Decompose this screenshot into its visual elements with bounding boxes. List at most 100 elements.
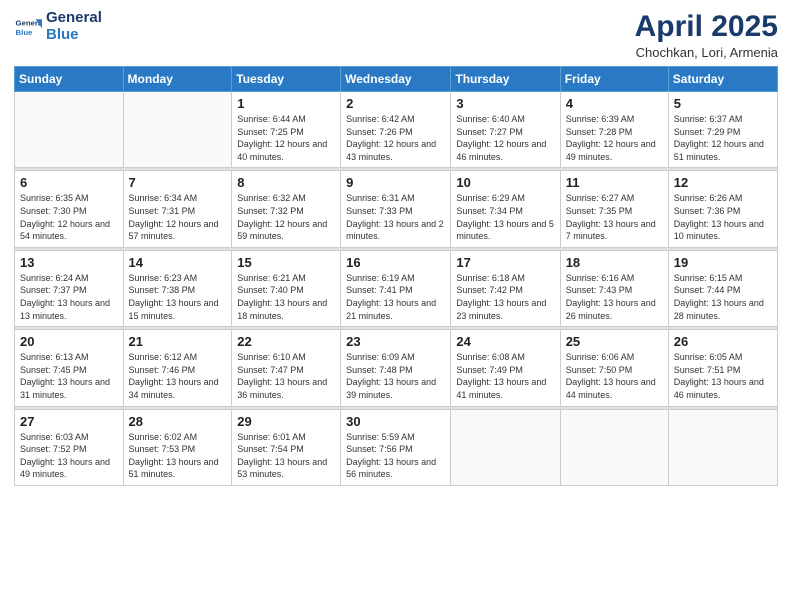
logo: General Blue General Blue (14, 10, 102, 43)
day-number: 14 (129, 255, 227, 270)
day-info: Sunrise: 6:06 AM Sunset: 7:50 PM Dayligh… (566, 351, 663, 401)
day-number: 28 (129, 414, 227, 429)
table-row: 27 Sunrise: 6:03 AM Sunset: 7:52 PM Dayli… (15, 409, 124, 485)
table-row: 4 Sunrise: 6:39 AM Sunset: 7:28 PM Daylig… (560, 92, 668, 168)
day-number: 30 (346, 414, 445, 429)
day-number: 27 (20, 414, 118, 429)
table-row: 24Sunrise: 6:08 AM Sunset: 7:49 PM Dayli… (451, 330, 560, 406)
table-row: 19 Sunrise: 6:15 AM Sunset: 7:44 PM Dayli… (668, 250, 777, 326)
day-info: Sunrise: 6:23 AM Sunset: 7:38 PM Dayligh… (129, 272, 227, 322)
table-row: 13Sunrise: 6:24 AM Sunset: 7:37 PM Dayli… (15, 250, 124, 326)
day-number: 7 (129, 175, 227, 190)
svg-text:Blue: Blue (16, 27, 34, 36)
location: Chochkan, Lori, Armenia (635, 45, 778, 60)
day-number: 29 (237, 414, 335, 429)
calendar-week-row: 6 Sunrise: 6:35 AM Sunset: 7:30 PM Daylig… (15, 171, 778, 247)
table-row: 5 Sunrise: 6:37 AM Sunset: 7:29 PM Daylig… (668, 92, 777, 168)
day-number: 24 (456, 334, 554, 349)
col-monday: Monday (123, 67, 232, 92)
table-row: 20Sunrise: 6:13 AM Sunset: 7:45 PM Dayli… (15, 330, 124, 406)
day-number: 20 (20, 334, 118, 349)
table-row: 8Sunrise: 6:32 AM Sunset: 7:32 PM Daylig… (232, 171, 341, 247)
day-info: Sunrise: 6:24 AM Sunset: 7:37 PM Dayligh… (20, 272, 118, 322)
day-number: 4 (566, 96, 663, 111)
day-info: Sunrise: 6:15 AM Sunset: 7:44 PM Dayligh… (674, 272, 772, 322)
table-row: 30 Sunrise: 5:59 AM Sunset: 7:56 PM Dayli… (341, 409, 451, 485)
table-row: 12Sunrise: 6:26 AM Sunset: 7:36 PM Dayli… (668, 171, 777, 247)
day-info: Sunrise: 6:26 AM Sunset: 7:36 PM Dayligh… (674, 192, 772, 242)
day-number: 17 (456, 255, 554, 270)
table-row: 21 Sunrise: 6:12 AM Sunset: 7:46 PM Dayli… (123, 330, 232, 406)
logo-line2: Blue (46, 26, 79, 43)
table-row: 28 Sunrise: 6:02 AM Sunset: 7:53 PM Dayli… (123, 409, 232, 485)
day-info: Sunrise: 6:35 AM Sunset: 7:30 PM Dayligh… (20, 192, 118, 242)
calendar-week-row: 13Sunrise: 6:24 AM Sunset: 7:37 PM Dayli… (15, 250, 778, 326)
day-info: Sunrise: 6:34 AM Sunset: 7:31 PM Dayligh… (129, 192, 227, 242)
table-row: 3 Sunrise: 6:40 AM Sunset: 7:27 PM Daylig… (451, 92, 560, 168)
title-block: April 2025 Chochkan, Lori, Armenia (635, 10, 778, 60)
day-number: 3 (456, 96, 554, 111)
col-tuesday: Tuesday (232, 67, 341, 92)
table-row: 6 Sunrise: 6:35 AM Sunset: 7:30 PM Daylig… (15, 171, 124, 247)
col-saturday: Saturday (668, 67, 777, 92)
table-row: 11 Sunrise: 6:27 AM Sunset: 7:35 PM Dayli… (560, 171, 668, 247)
day-number: 18 (566, 255, 663, 270)
table-row: 29Sunrise: 6:01 AM Sunset: 7:54 PM Dayli… (232, 409, 341, 485)
day-number: 25 (566, 334, 663, 349)
day-number: 22 (237, 334, 335, 349)
table-row (15, 92, 124, 168)
day-number: 15 (237, 255, 335, 270)
table-row (451, 409, 560, 485)
day-info: Sunrise: 6:18 AM Sunset: 7:42 PM Dayligh… (456, 272, 554, 322)
table-row (123, 92, 232, 168)
day-number: 6 (20, 175, 118, 190)
day-info: Sunrise: 6:42 AM Sunset: 7:26 PM Dayligh… (346, 113, 445, 163)
table-row: 23 Sunrise: 6:09 AM Sunset: 7:48 PM Dayli… (341, 330, 451, 406)
day-info: Sunrise: 6:39 AM Sunset: 7:28 PM Dayligh… (566, 113, 663, 163)
day-info: Sunrise: 6:21 AM Sunset: 7:40 PM Dayligh… (237, 272, 335, 322)
table-row (668, 409, 777, 485)
day-number: 5 (674, 96, 772, 111)
table-row: 2 Sunrise: 6:42 AM Sunset: 7:26 PM Daylig… (341, 92, 451, 168)
day-number: 2 (346, 96, 445, 111)
logo-line1: General (46, 10, 102, 27)
month-title: April 2025 (635, 10, 778, 43)
day-info: Sunrise: 6:03 AM Sunset: 7:52 PM Dayligh… (20, 431, 118, 481)
day-info: Sunrise: 6:10 AM Sunset: 7:47 PM Dayligh… (237, 351, 335, 401)
col-thursday: Thursday (451, 67, 560, 92)
day-info: Sunrise: 6:12 AM Sunset: 7:46 PM Dayligh… (129, 351, 227, 401)
day-info: Sunrise: 6:02 AM Sunset: 7:53 PM Dayligh… (129, 431, 227, 481)
col-wednesday: Wednesday (341, 67, 451, 92)
day-info: Sunrise: 6:40 AM Sunset: 7:27 PM Dayligh… (456, 113, 554, 163)
table-row: 9 Sunrise: 6:31 AM Sunset: 7:33 PM Daylig… (341, 171, 451, 247)
day-info: Sunrise: 6:27 AM Sunset: 7:35 PM Dayligh… (566, 192, 663, 242)
table-row: 16Sunrise: 6:19 AM Sunset: 7:41 PM Dayli… (341, 250, 451, 326)
table-row: 14 Sunrise: 6:23 AM Sunset: 7:38 PM Dayli… (123, 250, 232, 326)
logo-text: General Blue (46, 10, 102, 43)
day-number: 23 (346, 334, 445, 349)
day-info: Sunrise: 5:59 AM Sunset: 7:56 PM Dayligh… (346, 431, 445, 481)
day-info: Sunrise: 6:44 AM Sunset: 7:25 PM Dayligh… (237, 113, 335, 163)
day-number: 19 (674, 255, 772, 270)
calendar-week-row: 20Sunrise: 6:13 AM Sunset: 7:45 PM Dayli… (15, 330, 778, 406)
calendar-header-row: Sunday Monday Tuesday Wednesday Thursday… (15, 67, 778, 92)
day-info: Sunrise: 6:29 AM Sunset: 7:34 PM Dayligh… (456, 192, 554, 242)
day-number: 16 (346, 255, 445, 270)
logo-icon: General Blue (14, 13, 42, 41)
day-number: 9 (346, 175, 445, 190)
day-info: Sunrise: 6:16 AM Sunset: 7:43 PM Dayligh… (566, 272, 663, 322)
table-row: 1Sunrise: 6:44 AM Sunset: 7:25 PM Daylig… (232, 92, 341, 168)
table-row: 22 Sunrise: 6:10 AM Sunset: 7:47 PM Dayli… (232, 330, 341, 406)
day-number: 8 (237, 175, 335, 190)
calendar-week-row: 1Sunrise: 6:44 AM Sunset: 7:25 PM Daylig… (15, 92, 778, 168)
day-info: Sunrise: 6:09 AM Sunset: 7:48 PM Dayligh… (346, 351, 445, 401)
day-info: Sunrise: 6:37 AM Sunset: 7:29 PM Dayligh… (674, 113, 772, 163)
table-row: 18 Sunrise: 6:16 AM Sunset: 7:43 PM Dayli… (560, 250, 668, 326)
table-row: 25 Sunrise: 6:06 AM Sunset: 7:50 PM Dayli… (560, 330, 668, 406)
day-number: 21 (129, 334, 227, 349)
day-number: 10 (456, 175, 554, 190)
col-sunday: Sunday (15, 67, 124, 92)
day-number: 11 (566, 175, 663, 190)
col-friday: Friday (560, 67, 668, 92)
day-info: Sunrise: 6:31 AM Sunset: 7:33 PM Dayligh… (346, 192, 445, 242)
